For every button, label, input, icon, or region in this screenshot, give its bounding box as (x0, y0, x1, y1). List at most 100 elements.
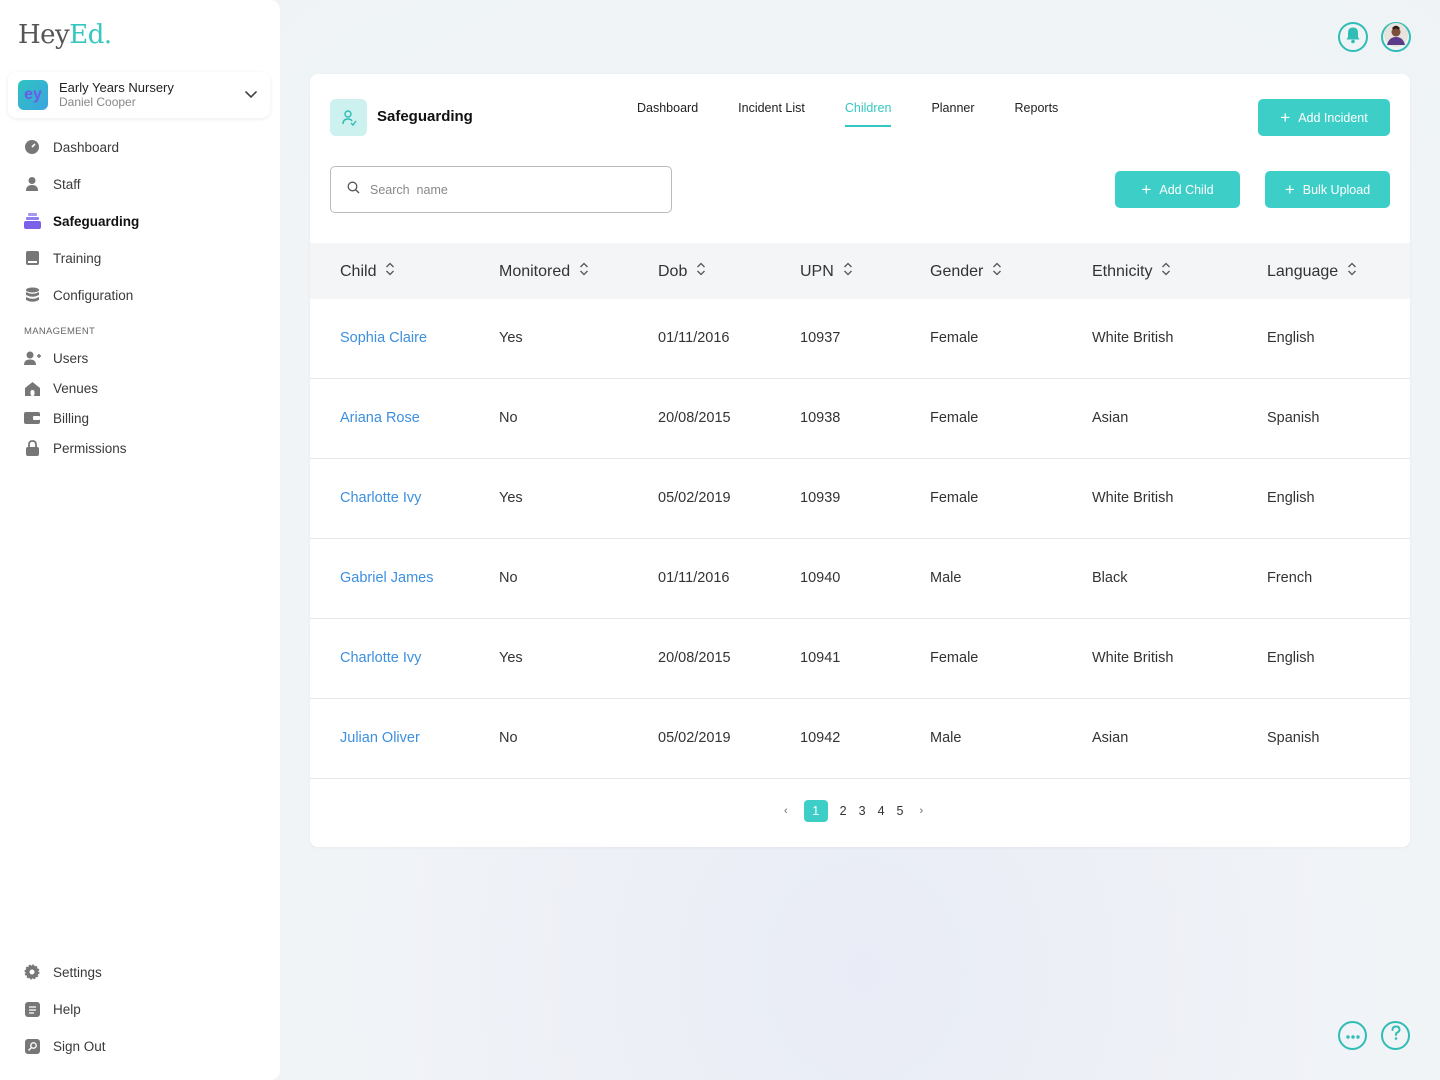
sidebar-item-label: Training (53, 250, 102, 266)
user-avatar-button[interactable] (1381, 22, 1411, 52)
avatar (1384, 22, 1408, 52)
logo-text: Hey (18, 20, 70, 50)
chevron-down-icon[interactable] (244, 87, 258, 106)
org-user-name: Daniel Cooper (59, 95, 136, 109)
column-header-monitored[interactable]: Monitored (499, 262, 589, 281)
table-row[interactable]: Gabriel James No 01/11/2016 10940 Male B… (310, 539, 1410, 619)
table-row[interactable]: Charlotte Ivy Yes 05/02/2019 10939 Femal… (310, 459, 1410, 539)
child-name-link[interactable]: Sophia Claire (340, 330, 427, 346)
column-header-label: Language (1267, 262, 1339, 280)
sort-icon (579, 262, 589, 281)
plus-icon: + (1284, 180, 1295, 199)
add-incident-button[interactable]: + Add Incident (1258, 99, 1390, 136)
tab-planner[interactable]: Planner (931, 101, 974, 127)
search-input[interactable] (370, 182, 650, 197)
page-title: Safeguarding (377, 108, 473, 125)
column-header-upn[interactable]: UPN (800, 262, 853, 281)
search-icon (347, 181, 360, 199)
sidebar-item-users[interactable]: Users (22, 348, 262, 368)
column-header-label: Monitored (499, 262, 571, 280)
ethnicity-cell: Asian (1092, 410, 1129, 426)
app-logo[interactable]: HeyEd. (18, 20, 112, 50)
column-header-dob[interactable]: Dob (658, 262, 706, 281)
sort-icon (1161, 262, 1171, 281)
help-button[interactable] (1381, 1021, 1410, 1050)
sidebar-item-dashboard[interactable]: Dashboard (22, 137, 262, 157)
table-row[interactable]: Sophia Claire Yes 01/11/2016 10937 Femal… (310, 299, 1410, 379)
child-name-link[interactable]: Ariana Rose (340, 410, 420, 426)
sidebar-item-sign-out[interactable]: Sign Out (22, 1036, 262, 1056)
column-header-gender[interactable]: Gender (930, 262, 1002, 281)
child-name-link[interactable]: Charlotte Ivy (340, 490, 421, 506)
tab-children[interactable]: Children (844, 101, 892, 127)
wallet-icon (22, 409, 42, 427)
prev-page-button[interactable]: ‹ (784, 805, 788, 817)
sort-icon (696, 262, 706, 281)
table-row[interactable]: Charlotte Ivy Yes 20/08/2015 10941 Femal… (310, 619, 1410, 699)
tab-reports[interactable]: Reports (1015, 101, 1059, 127)
sidebar-item-training[interactable]: Training (22, 248, 262, 268)
main-nav: Dashboard Staff Safeguarding Training Co… (22, 137, 262, 305)
sidebar-item-safeguarding[interactable]: Safeguarding (22, 211, 262, 231)
page-5-button[interactable]: 5 (897, 804, 904, 818)
page-2-button[interactable]: 2 (840, 804, 847, 818)
column-header-ethnicity[interactable]: Ethnicity (1092, 262, 1171, 281)
search-field[interactable] (330, 166, 672, 213)
dob-cell: 05/02/2019 (658, 730, 731, 746)
language-cell: English (1267, 330, 1315, 346)
sidebar-item-label: Sign Out (53, 1038, 106, 1054)
sidebar-item-help[interactable]: Help (22, 999, 262, 1019)
sidebar-item-settings[interactable]: Settings (22, 962, 262, 982)
bell-icon (1344, 26, 1362, 49)
chat-icon (1345, 1027, 1361, 1045)
dob-cell: 01/11/2016 (658, 570, 730, 586)
dob-cell: 20/08/2015 (658, 650, 731, 666)
next-page-button[interactable]: › (919, 805, 923, 817)
monitored-cell: No (499, 730, 518, 746)
sidebar-item-staff[interactable]: Staff (22, 174, 262, 194)
page-1-button[interactable]: 1 (803, 800, 828, 822)
table-row[interactable]: Ariana Rose No 20/08/2015 10938 Female A… (310, 379, 1410, 459)
tab-incident-list[interactable]: Incident List (738, 101, 805, 127)
sidebar: HeyEd. ey Early Years Nursery Daniel Coo… (0, 0, 280, 1080)
add-user-icon (22, 349, 42, 367)
tab-dashboard[interactable]: Dashboard (637, 101, 698, 127)
logo-accent-text: Ed. (69, 20, 112, 50)
page-4-button[interactable]: 4 (878, 804, 885, 818)
child-name-link[interactable]: Julian Oliver (340, 730, 420, 746)
language-cell: French (1267, 570, 1313, 586)
organization-switcher[interactable]: ey Early Years Nursery Daniel Cooper (8, 72, 270, 118)
database-icon (22, 286, 42, 304)
chat-button[interactable] (1338, 1021, 1367, 1050)
notifications-button[interactable] (1338, 22, 1368, 52)
safeguarding-module-icon (330, 99, 367, 136)
module-tabs: Dashboard Incident List Children Planner… (637, 101, 1098, 127)
table-row[interactable]: Julian Oliver No 05/02/2019 10942 Male A… (310, 699, 1410, 779)
sidebar-item-label: Dashboard (53, 139, 120, 155)
bulk-upload-button[interactable]: + Bulk Upload (1265, 171, 1390, 208)
sidebar-item-label: Billing (53, 410, 90, 426)
upn-cell: 10941 (800, 650, 841, 666)
child-name-link[interactable]: Gabriel James (340, 570, 433, 586)
column-header-label: UPN (800, 262, 834, 280)
sidebar-item-billing[interactable]: Billing (22, 408, 262, 428)
sidebar-item-configuration[interactable]: Configuration (22, 285, 262, 305)
sidebar-item-label: Safeguarding (53, 213, 140, 229)
child-name-link[interactable]: Charlotte Ivy (340, 650, 421, 666)
ethnicity-cell: White British (1092, 650, 1174, 666)
add-child-button[interactable]: + Add Child (1115, 171, 1240, 208)
sidebar-item-venues[interactable]: Venues (22, 378, 262, 398)
column-header-language[interactable]: Language (1267, 262, 1357, 281)
sidebar-item-label: Settings (53, 964, 102, 980)
sort-icon (992, 262, 1002, 281)
language-cell: English (1267, 490, 1315, 506)
column-header-child[interactable]: Child (340, 262, 395, 281)
bottom-nav: Settings Help Sign Out (22, 962, 262, 1056)
page-3-button[interactable]: 3 (859, 804, 866, 818)
sidebar-item-permissions[interactable]: Permissions (22, 438, 262, 458)
safeguarding-icon (22, 212, 42, 230)
sort-icon (843, 262, 853, 281)
ethnicity-cell: White British (1092, 330, 1174, 346)
upn-cell: 10940 (800, 570, 841, 586)
sort-icon (385, 262, 395, 281)
